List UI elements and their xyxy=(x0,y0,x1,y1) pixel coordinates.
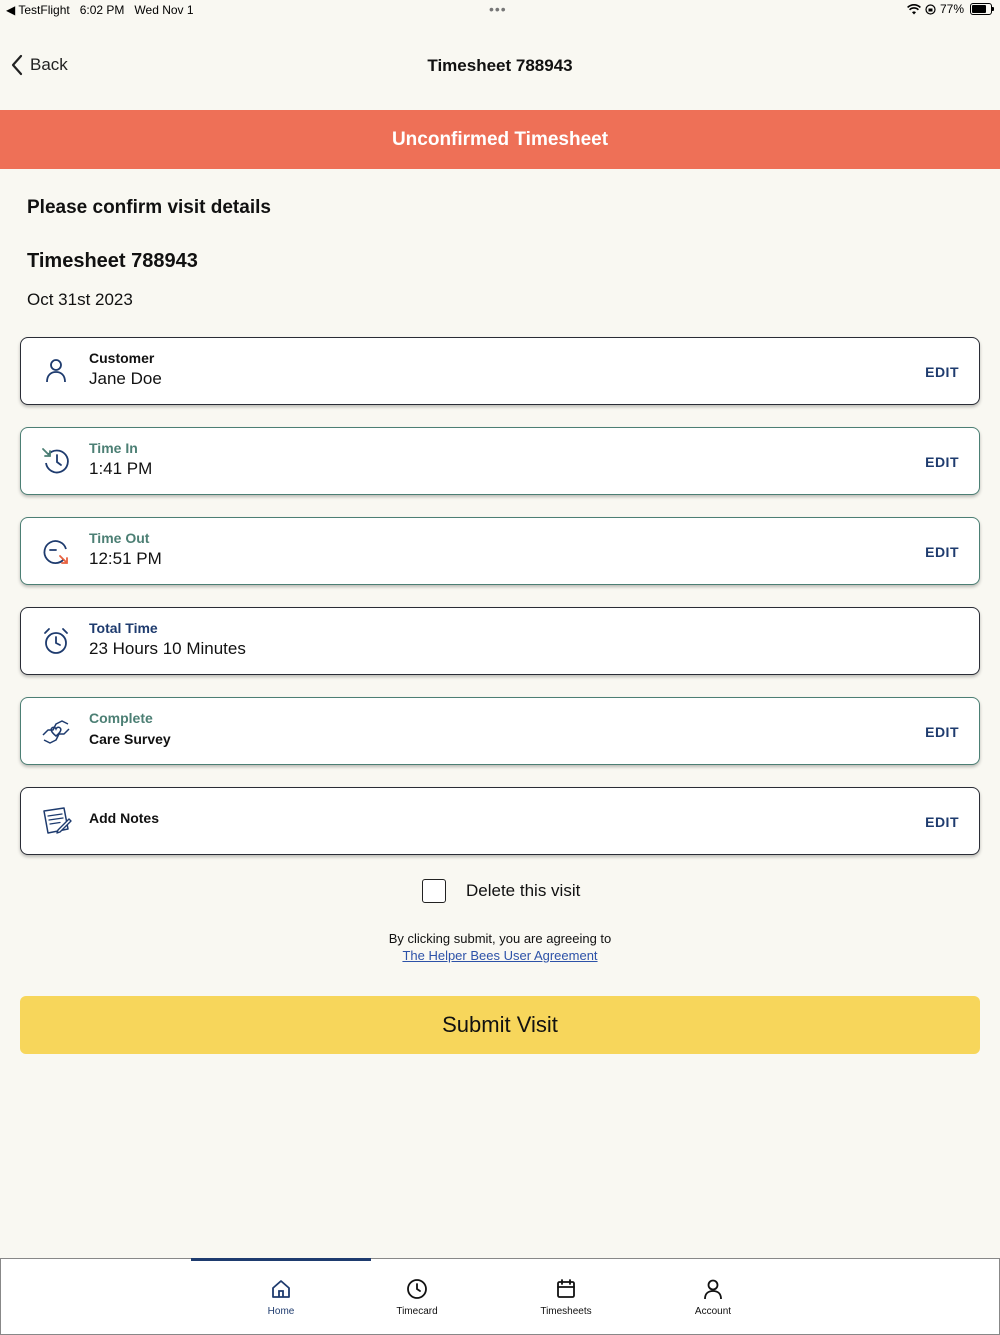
tab-timesheets-label: Timesheets xyxy=(540,1306,592,1317)
notes-card[interactable]: Add Notes EDIT xyxy=(20,787,980,855)
wifi-icon xyxy=(907,3,921,14)
back-button[interactable]: Back xyxy=(10,54,68,76)
edit-notes-button[interactable]: EDIT xyxy=(925,814,959,830)
time-out-label: Time Out xyxy=(89,530,150,546)
edit-time-out-button[interactable]: EDIT xyxy=(925,544,959,560)
person-icon xyxy=(46,359,66,383)
active-tab-indicator xyxy=(191,1258,371,1261)
customer-label: Customer xyxy=(89,350,155,366)
time-in-label: Time In xyxy=(89,440,138,456)
person-icon xyxy=(704,1279,722,1300)
confirm-heading: Please confirm visit details xyxy=(27,197,271,218)
edit-care-survey-button[interactable]: EDIT xyxy=(925,724,959,740)
edit-time-in-button[interactable]: EDIT xyxy=(925,454,959,470)
battery-icon xyxy=(970,3,994,15)
visit-date: Oct 31st 2023 xyxy=(27,290,133,309)
care-survey-label: Complete xyxy=(89,710,153,726)
alarm-clock-icon xyxy=(44,628,68,654)
tab-bar xyxy=(0,1258,1000,1335)
status-time: 6:02 PM xyxy=(79,3,125,17)
calendar-icon xyxy=(557,1279,575,1298)
status-date: Wed Nov 1 xyxy=(134,3,194,17)
delete-visit-checkbox[interactable] xyxy=(422,879,446,903)
delete-visit-row[interactable]: Delete this visit xyxy=(422,879,580,903)
time-in-card[interactable]: Time In 1:41 PM EDIT xyxy=(20,427,980,495)
care-survey-card[interactable]: Complete Care Survey EDIT xyxy=(20,697,980,765)
multitasking-dots-icon[interactable]: ••• xyxy=(489,2,507,16)
edit-customer-button[interactable]: EDIT xyxy=(925,364,959,380)
orientation-lock-icon xyxy=(925,3,936,15)
tab-account-label: Account xyxy=(694,1306,732,1317)
agreement-text-block: By clicking submit, you are agreeing to … xyxy=(0,930,1000,964)
clock-in-icon xyxy=(42,448,69,474)
status-app-label: TestFlight xyxy=(18,3,70,17)
timesheet-heading: Timesheet 788943 xyxy=(27,250,198,272)
home-icon xyxy=(272,1280,290,1298)
time-out-card[interactable]: Time Out 12:51 PM EDIT xyxy=(20,517,980,585)
notes-icon xyxy=(43,807,72,834)
customer-card[interactable]: Customer Jane Doe EDIT xyxy=(20,337,980,405)
back-label: Back xyxy=(30,55,68,74)
tab-timecard-label: Timecard xyxy=(396,1306,438,1317)
tab-home[interactable]: Home xyxy=(231,1278,331,1317)
care-survey-value: Care Survey xyxy=(89,731,171,747)
clock-icon xyxy=(407,1279,427,1299)
tab-timesheets[interactable]: Timesheets xyxy=(516,1278,616,1317)
total-time-value: 23 Hours 10 Minutes xyxy=(89,639,246,658)
notes-label: Add Notes xyxy=(89,810,159,826)
total-time-label: Total Time xyxy=(89,620,158,636)
time-out-value: 12:51 PM xyxy=(89,549,162,568)
time-in-value: 1:41 PM xyxy=(89,459,153,478)
agreement-text: By clicking submit, you are agreeing to xyxy=(388,931,612,946)
caring-hands-icon xyxy=(42,720,70,744)
delete-visit-label: Delete this visit xyxy=(466,881,581,900)
status-bar: ◀ TestFlight 6:02 PM Wed Nov 1 ••• 77% xyxy=(0,0,1000,20)
customer-value: Jane Doe xyxy=(89,369,162,388)
battery-percent: 77% xyxy=(939,2,964,16)
tab-home-label: Home xyxy=(267,1306,295,1317)
tab-timecard[interactable]: Timecard xyxy=(367,1278,467,1317)
submit-visit-button[interactable]: Submit Visit xyxy=(20,996,980,1054)
tab-account[interactable]: Account xyxy=(663,1278,763,1317)
chevron-left-icon xyxy=(11,54,23,76)
unconfirmed-banner: Unconfirmed Timesheet xyxy=(0,110,1000,169)
clock-out-icon xyxy=(43,540,68,564)
page-title: Timesheet 788943 xyxy=(427,56,573,75)
testflight-back-link[interactable]: ◀ TestFlight xyxy=(6,3,70,17)
total-time-card: Total Time 23 Hours 10 Minutes xyxy=(20,607,980,675)
user-agreement-link[interactable]: The Helper Bees User Agreement xyxy=(402,948,597,963)
